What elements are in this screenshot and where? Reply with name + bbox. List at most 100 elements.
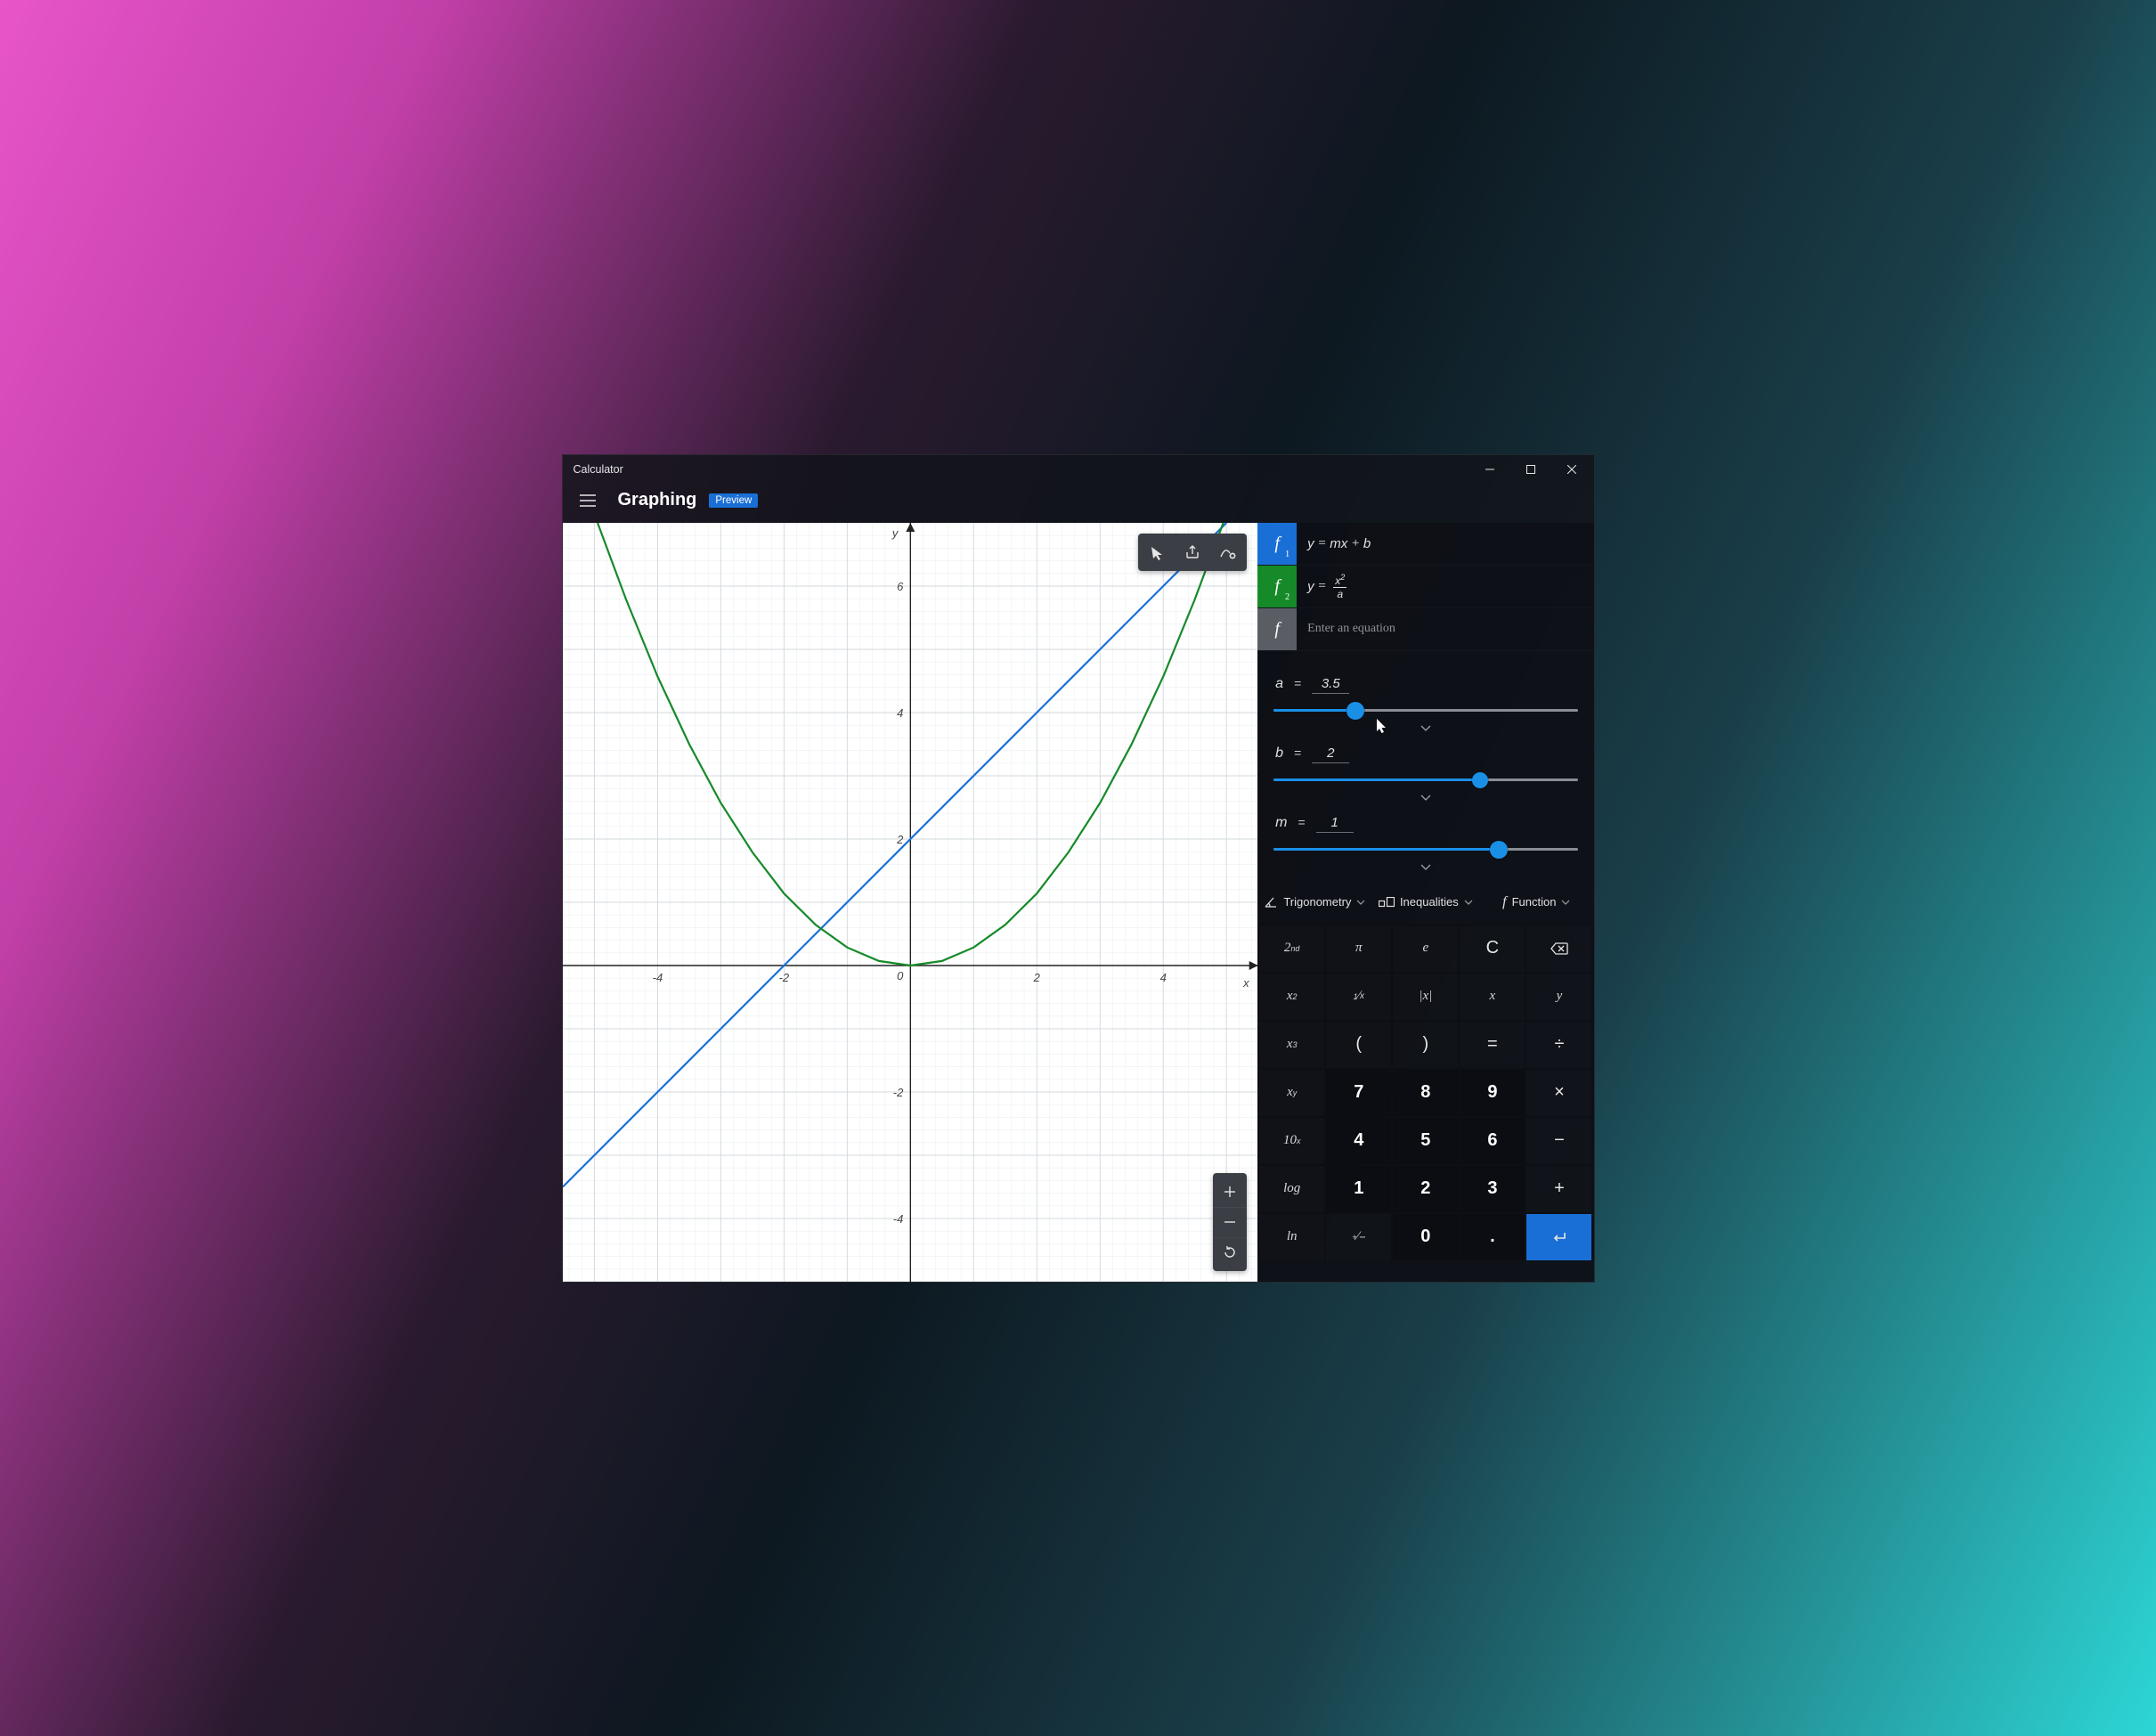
chevron-down-icon	[1356, 895, 1365, 909]
variable-name: m	[1275, 815, 1287, 831]
tab-function[interactable]: f Function	[1483, 888, 1590, 917]
equation-row-3[interactable]: fEnter an equation	[1257, 608, 1593, 651]
tab-label: Trigonometry	[1283, 895, 1351, 909]
key-log[interactable]: log	[1259, 1166, 1324, 1212]
reset-view-button[interactable]	[1213, 1237, 1247, 1267]
zoom-out-button[interactable]	[1213, 1207, 1247, 1237]
variable-slider-m[interactable]	[1273, 842, 1577, 858]
graph-canvas[interactable]: -4-224-4-22460xy	[563, 523, 1258, 1282]
variable-value-input[interactable]: 3.5	[1312, 676, 1349, 694]
equals-sign: =	[1294, 676, 1301, 690]
variable-name: a	[1275, 676, 1283, 692]
variable-block-m: m = 1	[1273, 810, 1577, 877]
key-5[interactable]: 5	[1393, 1118, 1458, 1164]
function-category-tabs: Trigonometry Inequalities f Function	[1257, 881, 1593, 924]
equation-color-swatch[interactable]: f	[1257, 566, 1297, 607]
key-⁺⁄₋[interactable]: +⁄−	[1326, 1214, 1391, 1260]
key-2ⁿᵈ[interactable]: 2nd	[1259, 925, 1324, 972]
variable-block-a: a = 3.5	[1273, 671, 1577, 738]
maximize-button[interactable]	[1510, 455, 1551, 484]
variable-header: m = 1	[1273, 815, 1577, 833]
preview-badge: Preview	[709, 493, 758, 508]
key-↵[interactable]	[1526, 1214, 1591, 1260]
key-e[interactable]: e	[1393, 925, 1458, 972]
expand-variable-range[interactable]	[1273, 792, 1577, 806]
key-)[interactable]: )	[1393, 1022, 1458, 1068]
graph-toolbar	[1138, 534, 1247, 571]
key-ln[interactable]: ln	[1259, 1214, 1324, 1260]
variable-header: a = 3.5	[1273, 676, 1577, 694]
key-×[interactable]: ×	[1526, 1070, 1591, 1116]
key-−[interactable]: −	[1526, 1118, 1591, 1164]
tab-trigonometry[interactable]: Trigonometry	[1261, 888, 1368, 917]
key-7[interactable]: 7	[1326, 1070, 1391, 1116]
key-10ˣ[interactable]: 10x	[1259, 1118, 1324, 1164]
minimize-button[interactable]	[1469, 455, 1510, 484]
equals-sign: =	[1298, 815, 1305, 829]
title-bar: Calculator	[563, 455, 1594, 484]
tab-inequalities[interactable]: Inequalities	[1372, 888, 1479, 917]
svg-text:0: 0	[897, 968, 904, 982]
key-π[interactable]: π	[1326, 925, 1391, 972]
hamburger-menu-button[interactable]	[570, 483, 606, 518]
key-8[interactable]: 8	[1393, 1070, 1458, 1116]
variable-slider-a[interactable]	[1273, 703, 1577, 719]
key-4[interactable]: 4	[1326, 1118, 1391, 1164]
variable-name: b	[1275, 746, 1283, 762]
key-|x|[interactable]: |x|	[1393, 974, 1458, 1020]
share-button[interactable]	[1177, 537, 1208, 567]
svg-text:-2: -2	[892, 1085, 903, 1098]
keypad: 2ndπeCx21⁄x|x|xyx3()=÷xy789×10x456−log12…	[1257, 924, 1593, 1260]
svg-text:2: 2	[896, 832, 904, 845]
zoom-in-button[interactable]	[1213, 1177, 1247, 1207]
variable-value-input[interactable]: 1	[1316, 815, 1354, 833]
key-xʸ[interactable]: xy	[1259, 1070, 1324, 1116]
variable-slider-b[interactable]	[1273, 772, 1577, 788]
svg-text:-4: -4	[652, 970, 663, 983]
equation-color-swatch[interactable]: f	[1257, 608, 1297, 650]
key-+[interactable]: +	[1526, 1166, 1591, 1212]
close-button[interactable]	[1551, 455, 1592, 484]
svg-text:4: 4	[1159, 970, 1166, 983]
equation-expression[interactable]: y = x2a	[1297, 566, 1593, 607]
key-.[interactable]: .	[1460, 1214, 1525, 1260]
side-panel: fy = mx + bfy = x2afEnter an equation a=…	[1257, 523, 1593, 1282]
trace-button[interactable]	[1142, 537, 1172, 567]
svg-text:y: y	[891, 526, 899, 539]
equation-expression[interactable]: y = mx + b	[1297, 523, 1593, 565]
svg-text:-4: -4	[892, 1211, 903, 1225]
key-x[interactable]: x	[1460, 974, 1525, 1020]
plot-svg: -4-224-4-22460xy	[563, 523, 1258, 1282]
key-÷[interactable]: ÷	[1526, 1022, 1591, 1068]
key-¹⁄ₓ[interactable]: 1⁄x	[1326, 974, 1391, 1020]
key-⌫[interactable]	[1526, 925, 1591, 972]
variable-value-input[interactable]: 2	[1312, 746, 1349, 763]
svg-text:-2: -2	[778, 970, 789, 983]
mode-title: Graphing	[618, 490, 697, 510]
key-x³[interactable]: x3	[1259, 1022, 1324, 1068]
chevron-down-icon	[1464, 895, 1473, 909]
expand-variable-range[interactable]	[1273, 861, 1577, 876]
key-0[interactable]: 0	[1393, 1214, 1458, 1260]
key-2[interactable]: 2	[1393, 1166, 1458, 1212]
graph-options-button[interactable]	[1213, 537, 1243, 567]
equation-input-placeholder[interactable]: Enter an equation	[1297, 608, 1593, 650]
window-title: Calculator	[574, 463, 623, 476]
svg-text:4: 4	[897, 705, 903, 719]
key-=[interactable]: =	[1460, 1022, 1525, 1068]
key-3[interactable]: 3	[1460, 1166, 1525, 1212]
svg-text:2: 2	[1032, 970, 1040, 983]
expand-variable-range[interactable]	[1273, 722, 1577, 737]
equation-row-2[interactable]: fy = x2a	[1257, 566, 1593, 608]
equation-color-swatch[interactable]: f	[1257, 523, 1297, 565]
window-controls	[1469, 455, 1592, 484]
key-9[interactable]: 9	[1460, 1070, 1525, 1116]
equation-row-1[interactable]: fy = mx + b	[1257, 523, 1593, 566]
key-([interactable]: (	[1326, 1022, 1391, 1068]
key-C[interactable]: C	[1460, 925, 1525, 972]
key-x²[interactable]: x2	[1259, 974, 1324, 1020]
key-y[interactable]: y	[1526, 974, 1591, 1020]
key-6[interactable]: 6	[1460, 1118, 1525, 1164]
key-1[interactable]: 1	[1326, 1166, 1391, 1212]
chevron-down-icon	[1561, 895, 1570, 909]
